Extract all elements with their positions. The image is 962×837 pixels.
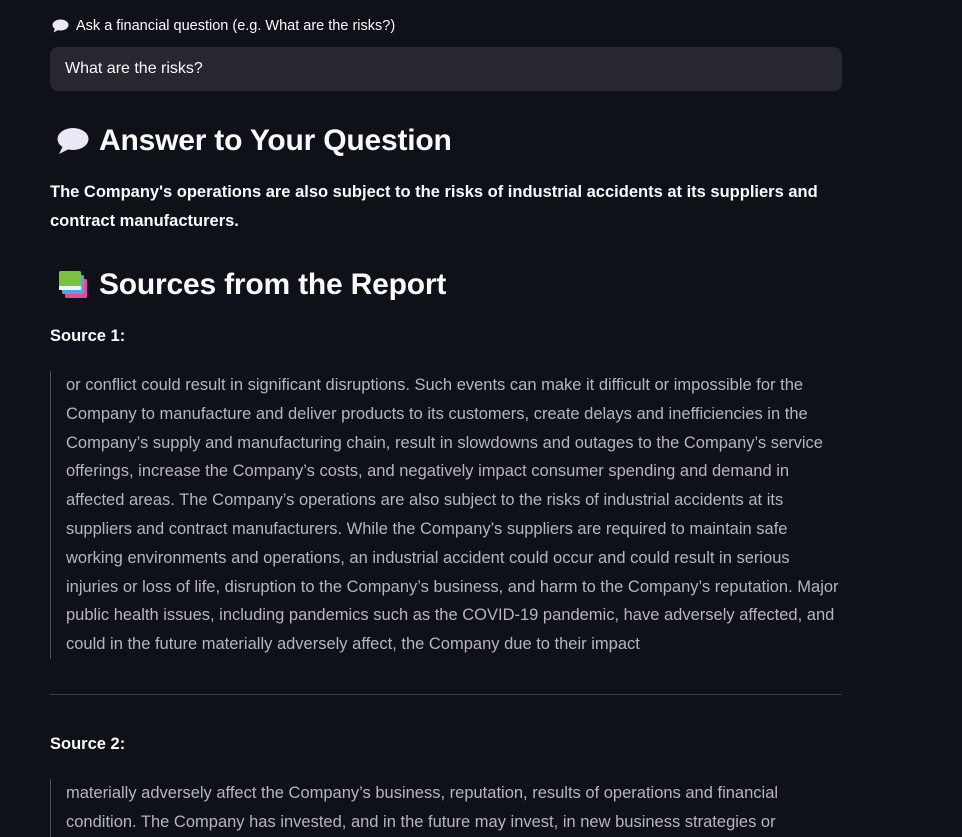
question-label-row: Ask a financial question (e.g. What are … — [52, 18, 395, 34]
answer-heading-text: Answer to Your Question — [99, 124, 452, 157]
source-1-label: Source 1: — [50, 327, 126, 345]
source-1-quote: or conflict could result in significant … — [50, 371, 842, 659]
books-icon — [59, 271, 87, 298]
speech-balloon-icon — [57, 128, 89, 154]
sources-heading-text: Sources from the Report — [99, 268, 447, 301]
answer-text: The Company's operations are also subjec… — [50, 183, 818, 230]
answer-heading: Answer to Your Question — [54, 124, 452, 158]
question-label: Ask a financial question (e.g. What are … — [76, 18, 396, 34]
source-2-label: Source 2: — [50, 735, 126, 753]
question-input[interactable] — [50, 47, 842, 91]
divider — [50, 694, 842, 695]
source-2-quote: materially adversely affect the Company’… — [50, 779, 842, 837]
speech-balloon-icon — [52, 19, 69, 33]
sources-heading: Sources from the Report — [54, 268, 446, 302]
